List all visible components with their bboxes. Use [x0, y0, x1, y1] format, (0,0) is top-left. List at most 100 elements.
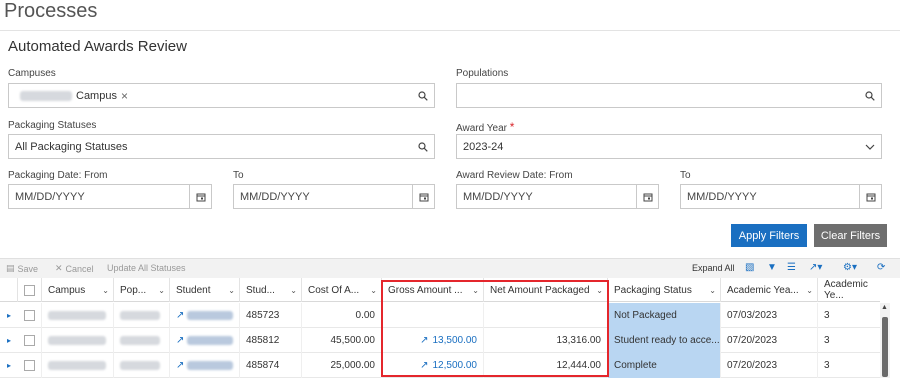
save-button[interactable]: ▤ Save	[6, 263, 38, 274]
refresh-icon[interactable]: ⟳	[877, 262, 885, 273]
export-excel-icon[interactable]: ▧	[745, 262, 754, 273]
award-year-select[interactable]: 2023-24	[456, 134, 882, 159]
required-mark: *	[509, 120, 515, 134]
cancel-button[interactable]: ✕ Cancel	[55, 263, 94, 274]
redacted-student[interactable]	[187, 361, 233, 370]
expand-row-icon[interactable]: ▸	[7, 311, 11, 320]
award-review-from-label: Award Review Date: From	[456, 170, 573, 181]
campus-chip[interactable]: Campus ×	[20, 87, 128, 105]
chevron-down-icon[interactable]: ⌄	[596, 286, 603, 295]
chip-remove-icon[interactable]: ×	[121, 89, 128, 103]
clear-filters-button[interactable]: Clear Filters	[814, 224, 887, 247]
col-academic-year-date[interactable]: Academic Yea... ⌄	[721, 278, 818, 302]
external-link-menu-icon[interactable]: ↗▾	[809, 262, 822, 273]
student-cell[interactable]: ↗	[170, 328, 240, 353]
chevron-down-icon[interactable]	[859, 135, 881, 158]
table-row[interactable]: ▸ ↗ 485723 0.00 Not Packaged 07/03/2023 …	[0, 303, 880, 328]
col-packaging-status[interactable]: Packaging Status ⌄	[608, 278, 721, 302]
calendar-icon[interactable]	[636, 185, 658, 208]
search-icon[interactable]	[412, 84, 434, 107]
student-cell[interactable]: ↗	[170, 303, 240, 328]
packaging-statuses-input[interactable]: All Packaging Statuses	[8, 134, 435, 159]
row-checkbox[interactable]	[24, 335, 35, 346]
header-select-all[interactable]	[18, 278, 42, 302]
awards-grid: Campus ⌄ Pop... ⌄ Student ⌄ Stud... ⌄ Cost O…	[0, 278, 900, 378]
award-review-from-input[interactable]: MM/DD/YYYY	[456, 184, 659, 209]
academic-year-date-cell: 07/20/2023	[721, 328, 818, 353]
col-campus[interactable]: Campus ⌄	[42, 278, 114, 302]
populations-input[interactable]	[456, 83, 882, 108]
row-checkbox[interactable]	[24, 360, 35, 371]
redacted-student[interactable]	[187, 311, 233, 320]
external-link-icon[interactable]: ↗	[176, 335, 184, 346]
academic-year-cell: 3	[824, 335, 830, 346]
select-all-checkbox[interactable]	[24, 284, 35, 296]
expand-all-button[interactable]: Expand All	[692, 263, 735, 273]
row-checkbox[interactable]	[24, 310, 35, 321]
chevron-down-icon[interactable]: ⌄	[370, 286, 377, 295]
packaging-status-cell: Complete	[608, 353, 721, 378]
packaging-date-to-input[interactable]: MM/DD/YYYY	[233, 184, 435, 209]
expand-row-icon[interactable]: ▸	[7, 361, 11, 370]
cancel-icon: ✕	[55, 263, 63, 273]
chevron-down-icon[interactable]: ⌄	[228, 286, 235, 295]
calendar-icon[interactable]	[859, 185, 881, 208]
campuses-label: Campuses	[8, 68, 56, 79]
filter-icon[interactable]: ▼	[767, 262, 777, 273]
expand-row-icon[interactable]: ▸	[7, 336, 11, 345]
campus-cell	[42, 328, 114, 353]
update-all-statuses-button[interactable]: Update All Statuses	[107, 263, 186, 273]
save-icon: ▤	[6, 263, 15, 273]
populations-label: Populations	[456, 68, 509, 79]
external-link-icon[interactable]: ↗	[176, 360, 184, 371]
packaging-date-from-input[interactable]: MM/DD/YYYY	[8, 184, 212, 209]
column-chooser-icon[interactable]: ☰	[787, 262, 796, 273]
apply-filters-button[interactable]: Apply Filters	[731, 224, 807, 247]
redacted-population	[120, 311, 160, 320]
table-row[interactable]: ▸ ↗ 485874 25,000.00 ↗ 12,500.00 12,444.0…	[0, 353, 880, 378]
academic-year-cell: 3	[824, 310, 830, 321]
cost-cell: 45,500.00	[302, 328, 382, 353]
table-row[interactable]: ▸ ↗ 485812 45,500.00 ↗ 13,500.00 13,316.0…	[0, 328, 880, 353]
col-population[interactable]: Pop... ⌄	[114, 278, 170, 302]
col-cost-of-attendance[interactable]: Cost Of A... ⌄	[302, 278, 382, 302]
chevron-down-icon[interactable]: ⌄	[806, 286, 813, 295]
col-gross-amount[interactable]: Gross Amount ... ⌄	[382, 278, 484, 302]
gross-amount-cell[interactable]: ↗ 13,500.00	[382, 328, 484, 353]
population-cell	[114, 353, 170, 378]
gross-amount-cell[interactable]: ↗ 12,500.00	[382, 353, 484, 378]
population-cell	[114, 303, 170, 328]
scroll-up-icon[interactable]: ▲	[881, 304, 888, 311]
award-review-to-input[interactable]: MM/DD/YYYY	[680, 184, 882, 209]
header-expander	[0, 278, 18, 302]
campuses-input[interactable]: Campus ×	[8, 83, 435, 108]
award-year-value: 2023-24	[463, 140, 504, 153]
calendar-icon[interactable]	[412, 185, 434, 208]
external-link-icon[interactable]: ↗	[420, 335, 428, 346]
packaging-status-cell: Not Packaged	[608, 303, 721, 328]
gear-icon[interactable]: ⚙▾	[843, 262, 857, 273]
col-student-id[interactable]: Stud... ⌄	[240, 278, 302, 302]
col-student[interactable]: Student ⌄	[170, 278, 240, 302]
vertical-scrollbar[interactable]: ▲	[880, 303, 890, 378]
chevron-down-icon[interactable]: ⌄	[472, 286, 479, 295]
col-academic-year[interactable]: Academic Ye...	[818, 278, 880, 302]
search-icon[interactable]	[859, 84, 881, 107]
student-cell[interactable]: ↗	[170, 353, 240, 378]
calendar-icon[interactable]	[189, 185, 211, 208]
search-icon[interactable]	[412, 135, 434, 158]
chevron-down-icon[interactable]: ⌄	[709, 286, 716, 295]
redacted-campus	[20, 90, 72, 101]
net-amount-cell: 13,316.00	[484, 328, 608, 353]
cost-cell: 25,000.00	[302, 353, 382, 378]
redacted-student[interactable]	[187, 336, 233, 345]
chevron-down-icon[interactable]: ⌄	[290, 286, 297, 295]
external-link-icon[interactable]: ↗	[176, 310, 184, 321]
col-net-amount-packaged[interactable]: Net Amount Packaged ⌄	[484, 278, 608, 302]
external-link-icon[interactable]: ↗	[420, 360, 428, 371]
packaging-statuses-value: All Packaging Statuses	[15, 140, 128, 153]
scrollbar-thumb[interactable]	[882, 317, 888, 377]
academic-year-date-cell: 07/20/2023	[721, 353, 818, 378]
chevron-down-icon[interactable]: ⌄	[102, 286, 109, 295]
chevron-down-icon[interactable]: ⌄	[158, 286, 165, 295]
